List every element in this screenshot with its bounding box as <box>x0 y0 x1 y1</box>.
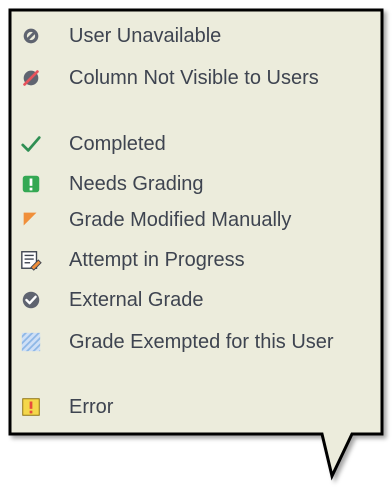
column-not-visible-icon <box>23 70 39 86</box>
legend-item-completed: Completed <box>20 132 370 156</box>
error-icon <box>22 398 40 416</box>
grade-modified-manually-icon <box>23 212 37 226</box>
legend-label: User Unavailable <box>69 25 222 47</box>
grade-exempted-icon <box>21 332 41 352</box>
legend-label: Error <box>69 396 114 418</box>
legend-item-column-not-visible: Column Not Visible to Users <box>20 66 370 90</box>
legend-label: Attempt in Progress <box>69 249 245 271</box>
legend-label: Grade Modified Manually <box>69 209 292 231</box>
legend-tooltip: User Unavailable Column Not Visible to U… <box>0 0 392 487</box>
legend-item-external-grade: External Grade <box>20 288 370 312</box>
legend-item-grade-modified: Grade Modified Manually <box>20 208 370 232</box>
legend-label: Grade Exempted for this User <box>69 331 334 353</box>
completed-check-icon <box>21 136 41 152</box>
legend-list: User Unavailable Column Not Visible to U… <box>0 0 392 487</box>
external-grade-icon <box>22 291 40 309</box>
legend-label: Column Not Visible to Users <box>69 67 319 89</box>
legend-item-error: Error <box>20 395 370 419</box>
legend-item-grade-exempted: Grade Exempted for this User <box>20 330 370 354</box>
legend-label: External Grade <box>69 289 204 311</box>
attempt-in-progress-icon <box>21 251 42 271</box>
legend-label: Completed <box>69 133 166 155</box>
legend-item-user-unavailable: User Unavailable <box>20 24 370 48</box>
legend-label: Needs Grading <box>69 173 204 195</box>
legend-item-attempt-in-progress: Attempt in Progress <box>20 248 370 272</box>
user-unavailable-icon <box>23 28 39 44</box>
legend-item-needs-grading: Needs Grading <box>20 172 370 196</box>
needs-grading-icon <box>22 175 40 193</box>
